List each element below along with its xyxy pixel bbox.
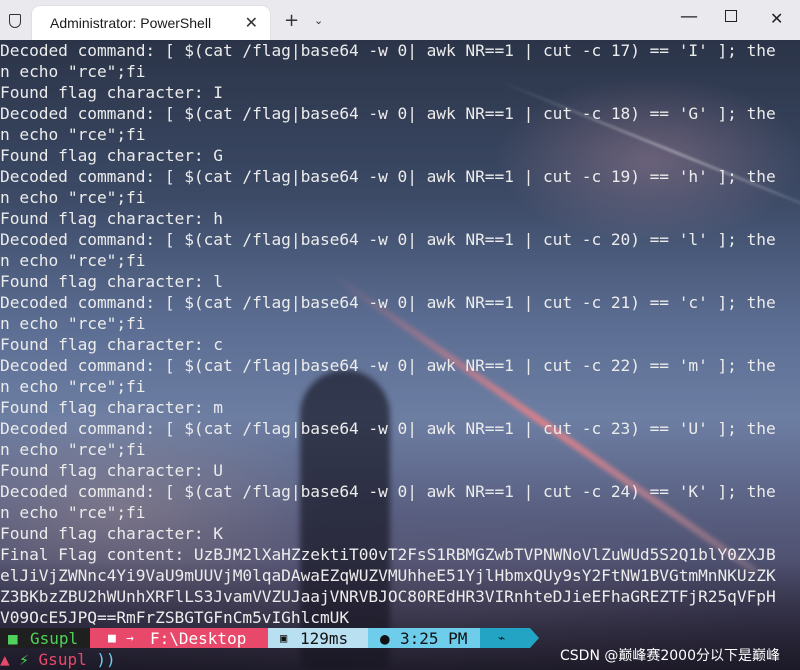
terminal-output[interactable]: Decoded command: [ $(cat /flag|base64 -w… bbox=[0, 40, 800, 630]
timer-icon: ▣ bbox=[280, 631, 288, 645]
prompt-clock-segment: ● 3:25 PM bbox=[368, 628, 480, 648]
title-bar: Administrator: PowerShell ✕ + ⌄ — ✕ bbox=[0, 0, 800, 40]
terminal-line: Z3BKbzZBU2hWUnhXRFlLS3JvamVVZUJaajVNRVBJ… bbox=[0, 587, 776, 606]
minimize-button[interactable]: — bbox=[680, 6, 698, 27]
terminal-line: Decoded command: [ $(cat /flag|base64 -w… bbox=[0, 419, 776, 438]
shield-icon bbox=[9, 14, 21, 28]
warning-icon: ▲ bbox=[0, 650, 20, 669]
terminal-line: Found flag character: h bbox=[0, 209, 224, 228]
segment-arrow bbox=[530, 628, 539, 648]
terminal-line: n echo "rce";fi bbox=[0, 314, 146, 333]
chevron-down-icon[interactable]: ⌄ bbox=[314, 14, 323, 27]
prompt-input-line[interactable]: ▲ ⚡ Gsupl )) bbox=[0, 649, 116, 670]
terminal-line: V09OcE5JPQ==RmFrZSBGTGFnCm5vIGhlcmUK bbox=[0, 608, 350, 627]
prompt-path: F:\Desktop bbox=[150, 629, 247, 648]
maximize-button[interactable] bbox=[725, 10, 737, 22]
tab-powershell[interactable]: Administrator: PowerShell ✕ bbox=[32, 6, 270, 40]
terminal-line: Found flag character: U bbox=[0, 461, 224, 480]
prompt-caret: )) bbox=[96, 650, 116, 669]
terminal-line: Found flag character: c bbox=[0, 335, 224, 354]
terminal-line: Found flag character: G bbox=[0, 146, 224, 165]
terminal-line: Found flag character: I bbox=[0, 83, 224, 102]
terminal-line: n echo "rce";fi bbox=[0, 188, 146, 207]
prompt-time: 3:25 PM bbox=[400, 629, 468, 648]
terminal-line: elJiVjZWNnc4Yi9VaU9mUUVjM0lqaDAwaEZqWUZV… bbox=[0, 566, 776, 585]
terminal-line: n echo "rce";fi bbox=[0, 125, 146, 144]
terminal-line: Decoded command: [ $(cat /flag|base64 -w… bbox=[0, 356, 776, 375]
windows-icon: ■ bbox=[8, 629, 18, 648]
terminal-line: Decoded command: [ $(cat /flag|base64 -w… bbox=[0, 293, 776, 312]
prompt-git-segment: ⌁ bbox=[480, 628, 530, 648]
prompt-user: Gsupl bbox=[30, 629, 79, 648]
terminal-line: Final Flag content: UzBJM2lXaHZzektiT00v… bbox=[0, 545, 776, 564]
prompt-user-segment: ■ Gsupl bbox=[0, 628, 90, 648]
terminal-line: n echo "rce";fi bbox=[0, 377, 146, 396]
terminal-line: n echo "rce";fi bbox=[0, 503, 146, 522]
csdn-watermark: CSDN @巅峰赛2000分以下是巅峰 bbox=[560, 648, 780, 664]
terminal-line: Decoded command: [ $(cat /flag|base64 -w… bbox=[0, 41, 776, 60]
terminal-line: n echo "rce";fi bbox=[0, 62, 146, 81]
prompt-path-segment: ■ → F:\Desktop bbox=[90, 628, 268, 648]
close-window-button[interactable]: ✕ bbox=[770, 9, 783, 28]
terminal-line: Found flag character: l bbox=[0, 272, 224, 291]
prompt-duration: 129ms bbox=[300, 629, 349, 648]
terminal-line: Decoded command: [ $(cat /flag|base64 -w… bbox=[0, 482, 776, 501]
terminal-line: Decoded command: [ $(cat /flag|base64 -w… bbox=[0, 230, 776, 249]
terminal-line: Found flag character: K bbox=[0, 524, 224, 543]
pulse-icon: ⌁ bbox=[498, 631, 506, 645]
prompt-lightning-icon: ⚡ bbox=[19, 650, 29, 669]
terminal-line: n echo "rce";fi bbox=[0, 251, 146, 270]
clock-icon: ● bbox=[380, 629, 390, 648]
terminal-line: Found flag character: m bbox=[0, 398, 224, 417]
folder-icon: ■ bbox=[108, 631, 116, 646]
new-tab-button[interactable]: + bbox=[284, 10, 299, 31]
tab-title: Administrator: PowerShell bbox=[50, 15, 212, 31]
prompt-line-user: Gsupl bbox=[38, 650, 87, 669]
prompt-duration-segment: ▣ 129ms bbox=[268, 628, 368, 648]
path-arrow: → bbox=[126, 631, 134, 646]
tab-close-icon[interactable]: ✕ bbox=[245, 13, 258, 32]
terminal-line: Decoded command: [ $(cat /flag|base64 -w… bbox=[0, 104, 776, 123]
terminal-line: Decoded command: [ $(cat /flag|base64 -w… bbox=[0, 167, 776, 186]
terminal-line: n echo "rce";fi bbox=[0, 440, 146, 459]
